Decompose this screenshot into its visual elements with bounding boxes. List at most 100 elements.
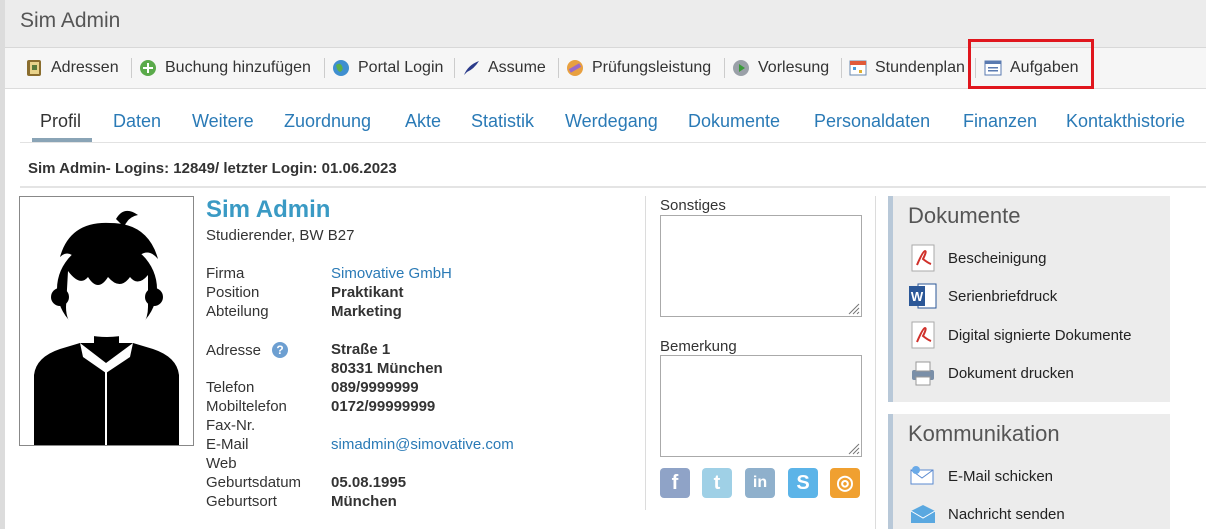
toolbar-stundenplan-label: Stundenplan	[875, 59, 965, 76]
profile-subtitle: Studierender, BW B27	[206, 227, 355, 244]
toolbar-pruefungsleistung-button[interactable]: Prüfungsleistung	[566, 48, 711, 88]
abteilung-label: Abteilung	[206, 303, 269, 320]
twitter-icon[interactable]: t	[702, 468, 732, 498]
toolbar-portal-login-label: Portal Login	[358, 59, 444, 76]
tab-werdegang[interactable]: Werdegang	[565, 100, 658, 140]
printer-icon	[912, 361, 934, 386]
toolbar-adressen-label: Adressen	[51, 59, 119, 76]
toolbar-separator	[324, 58, 325, 78]
adresse-label: Adresse	[206, 342, 262, 359]
column-divider	[645, 196, 646, 510]
toolbar-separator	[454, 58, 455, 78]
nachricht-senden-link[interactable]: Nachricht senden	[908, 498, 1065, 530]
address-book-icon	[27, 60, 41, 76]
quill-icon	[464, 61, 479, 75]
bemerkung-label: Bemerkung	[660, 338, 737, 355]
geburtsort-value: München	[331, 493, 397, 510]
lecture-icon	[733, 60, 749, 76]
toolbar-adressen-button[interactable]: Adressen	[25, 48, 119, 88]
position-label: Position	[206, 284, 260, 301]
add-circle-icon	[140, 60, 156, 76]
profile-name: Sim Admin	[206, 196, 331, 223]
divider	[20, 186, 1206, 188]
web-label: Web	[206, 455, 237, 472]
serienbriefdruck-label: Serienbriefdruck	[948, 287, 1058, 305]
ort-value: 80331 München	[331, 360, 443, 377]
email-schicken-link[interactable]: E-Mail schicken	[908, 460, 1053, 492]
dokument-drucken-label: Dokument drucken	[948, 364, 1074, 382]
mobil-label: Mobiltelefon	[206, 398, 287, 415]
toolbar-portal-login-button[interactable]: Portal Login	[332, 48, 443, 88]
toolbar-separator	[841, 58, 842, 78]
toolbar-separator	[131, 58, 132, 78]
mobil-value: 0172/99999999	[331, 398, 436, 415]
telefon-value: 089/9999999	[331, 379, 419, 396]
toolbar-buchung-button[interactable]: Buchung hinzufügen	[139, 48, 311, 88]
dokumente-title: Dokumente	[908, 203, 1021, 228]
globe-icon	[333, 60, 349, 76]
position-value: Praktikant	[331, 284, 404, 301]
tab-finanzen[interactable]: Finanzen	[963, 100, 1037, 140]
geburtsdatum-value: 05.08.1995	[331, 474, 407, 491]
timetable-icon	[849, 60, 867, 76]
avatar-icon	[34, 210, 179, 445]
telefon-label: Telefon	[206, 379, 255, 396]
grades-icon	[567, 60, 583, 76]
toolbar-separator	[558, 58, 559, 78]
xing-icon[interactable]: ◎	[830, 468, 860, 498]
sonstiges-textarea[interactable]	[660, 215, 862, 317]
tab-bar: Profil Daten Weitere Zuordnung Akte Stat…	[20, 100, 1206, 143]
svg-text:W: W	[911, 289, 924, 304]
firma-label: Firma	[206, 265, 245, 282]
tab-daten[interactable]: Daten	[113, 100, 161, 140]
toolbar-assume-button[interactable]: Assume	[462, 48, 546, 88]
resize-grip-icon[interactable]	[846, 441, 860, 455]
column-divider	[875, 196, 876, 529]
geburtsdatum-label: Geburtsdatum	[206, 474, 302, 491]
toolbar-stundenplan-button[interactable]: Stundenplan	[849, 48, 965, 88]
tab-akte[interactable]: Akte	[405, 100, 441, 140]
skype-icon[interactable]: S	[788, 468, 818, 498]
serienbriefdruck-link[interactable]: W Serienbriefdruck	[908, 280, 1057, 312]
word-icon: W	[909, 283, 937, 309]
abteilung-value: Marketing	[331, 303, 402, 320]
firma-link[interactable]: Simovative GmbH	[331, 264, 452, 283]
help-icon[interactable]: ?	[272, 342, 288, 358]
resize-grip-icon[interactable]	[846, 301, 860, 315]
email-schicken-label: E-Mail schicken	[948, 467, 1054, 485]
kommunikation-panel: Kommunikation E-Mail schicken Nachricht …	[888, 414, 1170, 529]
email-icon	[910, 466, 934, 485]
toolbar-assume-label: Assume	[488, 59, 546, 76]
linkedin-icon[interactable]: in	[745, 468, 775, 498]
tab-kontakthistorie[interactable]: Kontakthistorie	[1066, 100, 1185, 140]
bescheinigung-label: Bescheinigung	[948, 249, 1047, 267]
login-info: Sim Admin- Logins: 12849/ letzter Login:…	[28, 160, 397, 177]
nachricht-senden-label: Nachricht senden	[948, 505, 1065, 523]
dokument-drucken-link[interactable]: Dokument drucken	[908, 357, 1074, 389]
pdf-icon	[911, 244, 935, 272]
tab-statistik[interactable]: Statistik	[471, 100, 534, 140]
bemerkung-textarea[interactable]	[660, 355, 862, 457]
highlight-box	[968, 39, 1094, 89]
tab-profil[interactable]: Profil	[40, 100, 81, 140]
email-link[interactable]: simadmin@simovative.com	[331, 435, 514, 454]
bescheinigung-link[interactable]: Bescheinigung	[908, 242, 1046, 274]
email-label: E-Mail	[206, 436, 249, 453]
tab-weitere[interactable]: Weitere	[192, 100, 254, 140]
fax-label: Fax-Nr.	[206, 417, 256, 434]
toolbar-vorlesung-button[interactable]: Vorlesung	[732, 48, 829, 88]
sonstiges-label: Sonstiges	[660, 197, 726, 214]
toolbar-vorlesung-label: Vorlesung	[758, 59, 830, 76]
pdf-icon	[911, 321, 935, 349]
profile-photo	[19, 196, 194, 446]
digital-signiert-link[interactable]: Digital signierte Dokumente	[908, 319, 1131, 351]
toolbar-separator	[724, 58, 725, 78]
dokumente-panel: Dokumente Bescheinigung W Serienbriefdru…	[888, 196, 1170, 402]
tab-zuordnung[interactable]: Zuordnung	[284, 100, 371, 140]
digital-signiert-label: Digital signierte Dokumente	[948, 326, 1132, 344]
facebook-icon[interactable]: f	[660, 468, 690, 498]
tab-personaldaten[interactable]: Personaldaten	[814, 100, 930, 140]
tab-dokumente[interactable]: Dokumente	[688, 100, 780, 140]
geburtsort-label: Geburtsort	[206, 493, 277, 510]
message-icon	[910, 505, 936, 523]
